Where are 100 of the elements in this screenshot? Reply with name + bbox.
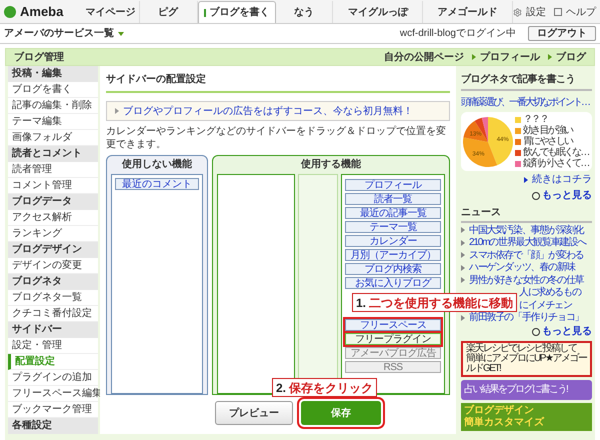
- news-link[interactable]: 中国大気汚染、事態が深刻化: [469, 224, 584, 236]
- banner-text: 簡単にアメブロにUP★アメゴールドGET!: [466, 354, 587, 374]
- widget-item[interactable]: 最近の記事一覧: [345, 207, 441, 219]
- sidebar-item[interactable]: 読者管理: [8, 162, 98, 178]
- legend-label: 飲んでも眠くな…: [523, 146, 589, 158]
- caret-icon: [118, 32, 124, 36]
- notice-link[interactable]: ブログやプロフィールの広告をはずすコース、今なら初月無料！: [123, 104, 413, 118]
- widget-item[interactable]: テーマ一覧: [345, 221, 441, 233]
- sidebar-section-header: 投稿・編集: [8, 66, 98, 82]
- panel-title: 使用する機能: [300, 158, 362, 172]
- settings-link[interactable]: 設定: [513, 1, 546, 23]
- bullet-icon: [461, 227, 465, 234]
- sidebar-item[interactable]: ブログネタ一覧: [8, 290, 98, 306]
- legend-swatch: [515, 138, 521, 144]
- more-link[interactable]: もっと見る: [542, 188, 592, 203]
- widget-item[interactable]: カレンダー: [345, 235, 441, 247]
- bullet-icon: [548, 54, 552, 60]
- news-link[interactable]: 男性が好きな女性の冬の仕草: [469, 274, 584, 286]
- step-text: 二つを使用する機能に移動: [369, 294, 514, 312]
- sidebar-item[interactable]: デザインの変更: [8, 258, 98, 274]
- header-link[interactable]: プロフィール: [480, 50, 540, 64]
- widget-item[interactable]: フリープラグイン: [345, 333, 441, 345]
- ad-banner[interactable]: 占い結果をブログに書こう!: [461, 380, 592, 400]
- news-link[interactable]: 210mの世界最大観覧車建設へ: [469, 237, 586, 248]
- header-link[interactable]: 自分の公開ページ: [384, 50, 464, 64]
- login-status: wcf-drill-blogでログイン中: [400, 26, 516, 41]
- legend-label: ？？？: [523, 113, 548, 125]
- bullet-icon: [461, 277, 465, 284]
- sidebar-item[interactable]: テーマ編集: [8, 114, 98, 130]
- news-link[interactable]: 人に求めるもの: [519, 287, 581, 298]
- logo-text[interactable]: Ameba: [20, 2, 64, 22]
- help-link[interactable]: ヘルプ: [554, 1, 596, 23]
- sidebar-item[interactable]: フリースペース編集: [8, 386, 98, 402]
- widget-item[interactable]: ブログ内検索: [345, 263, 441, 275]
- nav-tab[interactable]: ブログを書く: [198, 1, 276, 23]
- legend-label: 効き目が強い: [523, 124, 572, 136]
- nav-tab[interactable]: マイページ: [82, 1, 140, 23]
- settings-icon: [513, 8, 522, 16]
- step-text: 保存をクリック: [289, 380, 374, 396]
- play-icon: [532, 192, 540, 200]
- logout-button[interactable]: ログアウト: [528, 26, 596, 41]
- nav-tab[interactable]: マイグルっぽ: [333, 1, 424, 23]
- widget-item[interactable]: お気に入りブログ: [345, 277, 441, 289]
- neta-title-link[interactable]: 頭痛薬選び、一番大切なポイント…: [461, 95, 589, 110]
- widget-item[interactable]: フリースペース: [345, 319, 441, 331]
- legend-swatch: [515, 160, 521, 166]
- sidebar-section-header: 各種設定: [8, 418, 98, 434]
- sidebar-item[interactable]: プラグインの追加: [8, 370, 98, 386]
- widget-item[interactable]: プロフィール: [345, 179, 441, 191]
- services-menu[interactable]: アメーバのサービス一覧: [4, 26, 114, 41]
- sidebar-section-header: ブログデザイン: [8, 242, 98, 258]
- sidebar-item[interactable]: 配置設定: [8, 354, 98, 370]
- sidebar-item[interactable]: 記事の編集・削除: [8, 98, 98, 114]
- preview-button[interactable]: プレビュー: [215, 401, 293, 425]
- legend-label: 錠剤が小さくて…: [523, 157, 589, 171]
- play-icon: [532, 328, 540, 336]
- legend-swatch: [515, 128, 521, 134]
- widget-item[interactable]: 月別（アーカイブ）: [345, 249, 441, 261]
- widget-item[interactable]: 読者一覧: [345, 193, 441, 205]
- news-link[interactable]: 前田敦子の「手作りチョコ」: [469, 312, 584, 324]
- more-link[interactable]: もっと見る: [542, 324, 592, 339]
- bullet-icon: [461, 240, 465, 246]
- page-title: ブログ管理: [14, 50, 64, 64]
- sidebar-item[interactable]: 画像フォルダ: [8, 130, 98, 146]
- widget-item: アメーバブログ広告: [345, 347, 441, 359]
- panel-title: 使用しない機能: [120, 158, 193, 172]
- bullet-icon: [524, 176, 528, 182]
- results-link[interactable]: 続きはコチラ: [532, 172, 592, 187]
- news-link[interactable]: ハーゲンダッツ、春の新味: [469, 262, 575, 274]
- sidebar-item[interactable]: コメント管理: [8, 178, 98, 194]
- banner-text: 楽天レシピでレシピ投稿して: [466, 344, 577, 354]
- news-heading: ニュース: [461, 205, 592, 223]
- sidebar-item[interactable]: ブックマーク管理: [8, 402, 98, 418]
- sidebar-item[interactable]: ランキング: [8, 226, 98, 242]
- ad-banner[interactable]: 楽天レシピでレシピ投稿して 簡単にアメブロにUP★アメゴールドGET!: [461, 341, 592, 377]
- legend-label: 胃にやさしい: [523, 135, 572, 147]
- legend-swatch: [515, 116, 521, 122]
- banner-text: ブログデザイン: [464, 405, 535, 416]
- save-button[interactable]: 保存: [301, 401, 381, 425]
- widget-item[interactable]: 最近のコメント: [115, 178, 199, 190]
- news-link[interactable]: スマホ依存で「顔」が変わる: [469, 250, 584, 261]
- nav-tab[interactable]: なう: [276, 1, 334, 23]
- bullet-icon: [115, 108, 119, 114]
- widget-item: RSS: [345, 361, 441, 373]
- sidebar-item[interactable]: 設定・管理: [8, 338, 98, 354]
- step-number: 2.: [276, 380, 286, 396]
- sidebar-section-header: ブログネタ: [8, 274, 98, 290]
- bullet-icon: [461, 252, 465, 258]
- neta-heading: ブログネタで記事を書こう: [461, 72, 592, 91]
- header-link[interactable]: ブログ: [556, 50, 586, 64]
- nav-tab[interactable]: アメゴールド: [423, 1, 513, 23]
- banner-text: 簡単カスタマイズ: [464, 417, 546, 429]
- banner-text: 占い結果をブログに書こう!: [464, 385, 569, 395]
- news-link[interactable]: にイメチェン: [519, 300, 572, 311]
- sidebar-item[interactable]: アクセス解析: [8, 210, 98, 226]
- description-text: カレンダーやランキングなどのサイドバーをドラッグ＆ドロップで位置を変更できます。: [106, 125, 447, 151]
- sidebar-item[interactable]: ブログを書く: [8, 82, 98, 98]
- sidebar-item[interactable]: クチコミ番付設定: [8, 306, 98, 322]
- sidebar-section-header: ブログデータ: [8, 194, 98, 210]
- bullet-icon: [461, 264, 465, 271]
